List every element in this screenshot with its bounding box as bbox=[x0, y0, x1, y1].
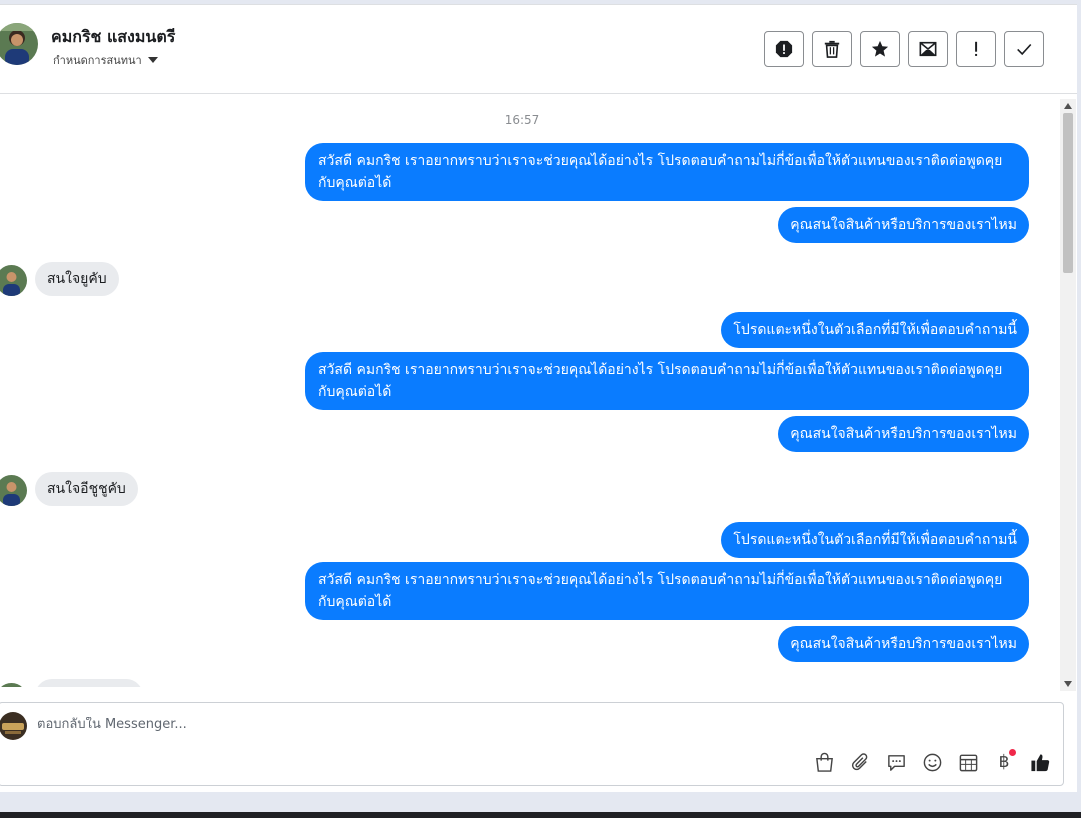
conversation-panel: คมกริช แสงมนตรี กำหนดการสนทนา 16:57 สวัส… bbox=[0, 4, 1077, 792]
message-timestamp: 16:57 bbox=[504, 113, 540, 127]
contact-avatar-small bbox=[0, 475, 27, 506]
appointment-button[interactable] bbox=[956, 750, 980, 774]
attach-button[interactable] bbox=[848, 750, 872, 774]
archive-mail-icon bbox=[919, 41, 937, 57]
scroll-up-arrow-icon[interactable] bbox=[1064, 103, 1072, 109]
like-button[interactable] bbox=[1028, 750, 1052, 774]
shopping-bag-icon bbox=[815, 752, 833, 772]
mark-important-button[interactable] bbox=[956, 31, 996, 67]
thread-scrollbar[interactable] bbox=[1060, 99, 1076, 691]
notification-dot bbox=[1009, 749, 1016, 756]
outgoing-message: โปรดแตะหนึ่งในตัวเลือกที่มีให้เพื่อตอบคำ… bbox=[721, 312, 1029, 348]
contact-avatar[interactable] bbox=[0, 23, 38, 65]
conversation-header: คมกริช แสงมนตรี กำหนดการสนทนา bbox=[0, 5, 1077, 94]
emoji-icon bbox=[923, 753, 941, 771]
outgoing-message: สวัสดี คมกริช เราอยากทราบว่าเราจะช่วยคุณ… bbox=[305, 352, 1029, 410]
reply-composer: ฿ bbox=[0, 702, 1064, 786]
delete-button[interactable] bbox=[812, 31, 852, 67]
paperclip-icon bbox=[851, 752, 867, 770]
outgoing-message: สวัสดี คมกริช เราอยากทราบว่าเราจะช่วยคุณ… bbox=[305, 143, 1029, 201]
saved-replies-button[interactable] bbox=[884, 750, 908, 774]
contact-avatar-small bbox=[0, 265, 27, 296]
like-icon bbox=[1030, 753, 1049, 771]
outgoing-message: คุณสนใจสินค้าหรือบริการของเราไหม bbox=[778, 416, 1029, 452]
check-icon bbox=[1017, 43, 1032, 56]
incoming-message-partial bbox=[35, 679, 143, 687]
archive-button[interactable] bbox=[908, 31, 948, 67]
contact-avatar-small bbox=[0, 683, 27, 687]
header-actions bbox=[764, 31, 1044, 67]
outgoing-message: คุณสนใจสินค้าหรือบริการของเราไหม bbox=[778, 626, 1029, 662]
taskbar-edge bbox=[0, 812, 1081, 818]
mark-done-button[interactable] bbox=[1004, 31, 1044, 67]
outgoing-message: โปรดแตะหนึ่งในตัวเลือกที่มีให้เพื่อตอบคำ… bbox=[721, 522, 1029, 558]
incoming-message: สนใจอีชูชูคับ bbox=[35, 472, 138, 506]
scroll-down-arrow-icon[interactable] bbox=[1064, 681, 1072, 687]
emoji-button[interactable] bbox=[920, 750, 944, 774]
saved-replies-icon bbox=[887, 754, 905, 771]
page-avatar bbox=[0, 712, 27, 740]
star-icon bbox=[871, 40, 889, 57]
shop-button[interactable] bbox=[812, 750, 836, 774]
caret-down-icon bbox=[147, 57, 158, 63]
mark-spam-button[interactable] bbox=[764, 31, 804, 67]
incoming-message: สนใจยูคับ bbox=[35, 262, 119, 296]
payment-baht-icon: ฿ bbox=[998, 752, 1010, 772]
payment-button[interactable]: ฿ bbox=[992, 749, 1016, 774]
conversation-setting-dropdown[interactable]: กำหนดการสนทนา bbox=[53, 51, 158, 69]
composer-toolbar: ฿ bbox=[812, 749, 1052, 774]
outgoing-message: คุณสนใจสินค้าหรือบริการของเราไหม bbox=[778, 207, 1029, 243]
reply-input[interactable] bbox=[37, 717, 737, 732]
appointment-icon bbox=[959, 754, 977, 771]
message-thread[interactable]: 16:57 สวัสดี คมกริช เราอยากทราบว่าเราจะช… bbox=[0, 95, 1060, 687]
contact-name: คมกริช แสงมนตรี bbox=[51, 27, 176, 46]
mark-spam-icon bbox=[775, 40, 793, 58]
important-icon bbox=[975, 41, 978, 56]
conversation-setting-label: กำหนดการสนทนา bbox=[53, 54, 142, 67]
star-button[interactable] bbox=[860, 31, 900, 67]
outgoing-message: สวัสดี คมกริช เราอยากทราบว่าเราจะช่วยคุณ… bbox=[305, 562, 1029, 620]
trash-icon bbox=[824, 40, 840, 58]
scroll-thumb[interactable] bbox=[1063, 113, 1073, 273]
